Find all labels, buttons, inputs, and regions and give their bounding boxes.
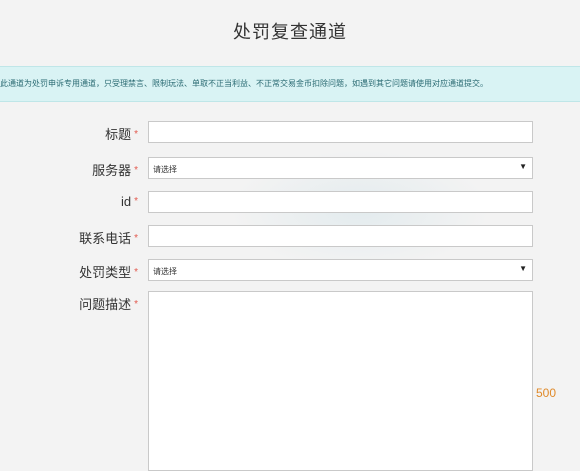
notice-text: 此通道为处罚申诉专用通道，只受理禁言、限制玩法、单取不正当利益、不正常交易金币扣… (0, 79, 488, 88)
penalty-type-select-value: 请选择 (153, 267, 177, 276)
required-mark: * (134, 129, 138, 140)
title-input[interactable] (148, 121, 533, 143)
description-label: 问题描述 * (79, 297, 138, 312)
required-mark: * (134, 165, 138, 176)
id-label: id * (120, 194, 138, 209)
title-label: 标题 * (105, 127, 138, 142)
server-label: 服务器 * (92, 163, 138, 178)
penalty-type-select[interactable]: 请选择 ▼ (148, 259, 533, 281)
required-mark: * (134, 299, 138, 310)
phone-input[interactable] (148, 225, 533, 247)
server-select-value: 请选择 (153, 165, 177, 174)
description-textarea[interactable] (148, 291, 533, 471)
caret-down-icon: ▼ (519, 162, 527, 171)
required-mark: * (134, 196, 138, 207)
notice-banner: 此通道为处罚申诉专用通道，只受理禁言、限制玩法、单取不正当利益、不正常交易金币扣… (0, 66, 580, 102)
server-select[interactable]: 请选择 ▼ (148, 157, 533, 179)
penalty-type-label: 处罚类型 * (79, 265, 138, 280)
caret-down-icon: ▼ (519, 264, 527, 273)
phone-label: 联系电话 * (79, 231, 138, 246)
required-mark: * (134, 267, 138, 278)
required-mark: * (134, 233, 138, 244)
page-title: 处罚复查通道 (233, 22, 347, 42)
char-limit-counter: 500 (536, 386, 557, 400)
id-input[interactable] (148, 191, 533, 213)
